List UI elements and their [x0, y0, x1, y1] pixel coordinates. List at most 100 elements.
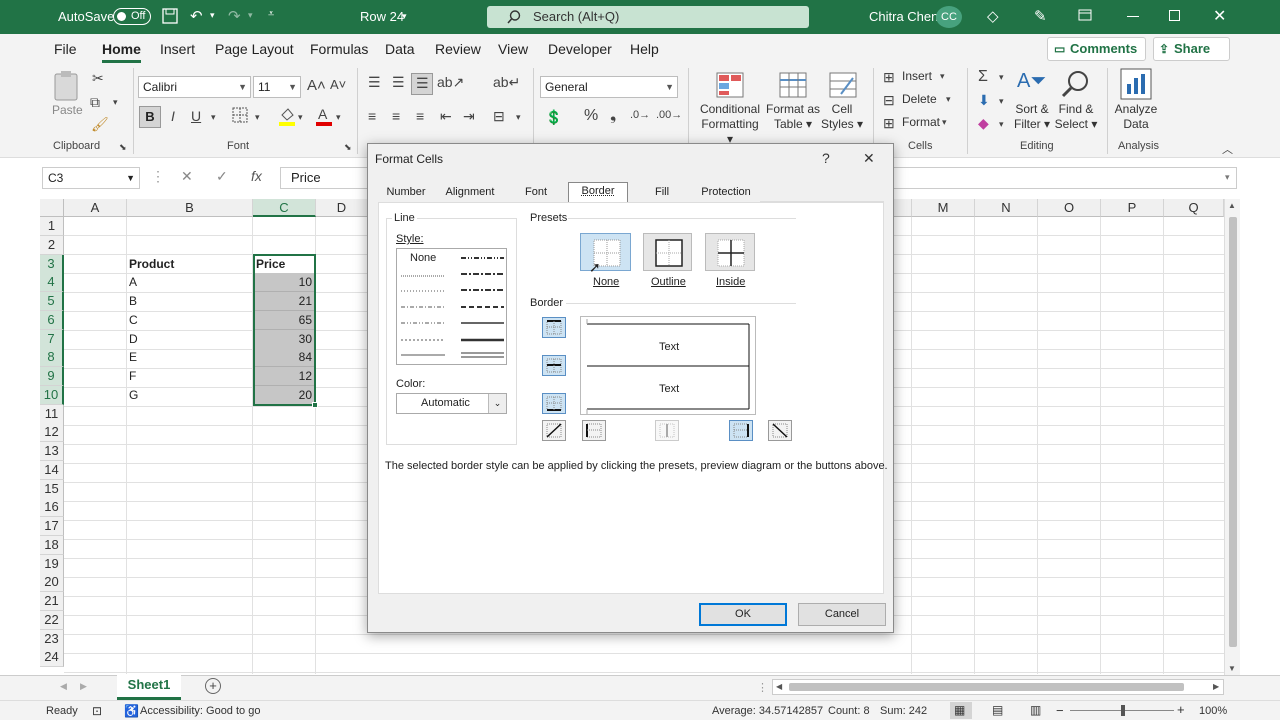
- row-header-14[interactable]: 14: [40, 460, 64, 480]
- tab-font[interactable]: Font: [510, 184, 562, 202]
- vertical-scrollbar[interactable]: ▲ ▼: [1224, 199, 1240, 676]
- row-header-17[interactable]: 17: [40, 517, 64, 536]
- border-inside-vertical-button[interactable]: [655, 420, 679, 441]
- zoom-slider-thumb[interactable]: [1121, 705, 1125, 716]
- help-icon[interactable]: ?: [822, 150, 830, 166]
- column-header-o[interactable]: O: [1038, 199, 1101, 217]
- row-header-24[interactable]: 24: [40, 648, 64, 668]
- conditional-formatting-icon[interactable]: [716, 72, 744, 98]
- paste-icon[interactable]: [52, 70, 80, 102]
- merge-center-icon[interactable]: ⊟: [493, 108, 505, 125]
- color-select[interactable]: Automatic ⌄: [396, 393, 507, 414]
- status-sum[interactable]: Sum: 242: [880, 705, 927, 717]
- accessibility-status[interactable]: Accessibility: Good to go: [140, 705, 260, 717]
- line-style-list[interactable]: None: [396, 248, 507, 365]
- column-header-d[interactable]: D: [316, 199, 368, 217]
- fill-dropdown-icon[interactable]: ▾: [298, 112, 303, 123]
- insert-dropdown-icon[interactable]: ▾: [940, 71, 945, 82]
- borders-dropdown-icon[interactable]: ▾: [255, 112, 260, 123]
- wrap-text-icon[interactable]: ab↵: [493, 74, 520, 91]
- italic-button[interactable]: I: [171, 108, 175, 124]
- format-painter-icon[interactable]: 🖌: [91, 116, 109, 133]
- horizontal-scroll-thumb[interactable]: [789, 683, 1184, 691]
- border-preview[interactable]: Text Text: [580, 316, 756, 415]
- minimize-icon[interactable]: [1127, 16, 1139, 17]
- row-header-9[interactable]: 9: [40, 367, 64, 386]
- format-cells-label[interactable]: Format: [902, 115, 940, 130]
- fill-icon[interactable]: ⬇: [978, 92, 990, 109]
- align-center-icon[interactable]: ≡: [392, 108, 400, 124]
- middle-align-icon[interactable]: ☰: [392, 74, 405, 91]
- row-header-20[interactable]: 20: [40, 573, 64, 593]
- row-header-16[interactable]: 16: [40, 498, 64, 518]
- font-launcher-icon[interactable]: ⬊: [344, 142, 352, 153]
- prev-sheet-icon[interactable]: ◀: [60, 681, 67, 692]
- row-header-22[interactable]: 22: [40, 610, 64, 630]
- row-header-12[interactable]: 12: [40, 423, 64, 443]
- sheet-tab-sheet1[interactable]: Sheet1: [117, 675, 181, 700]
- redo-dropdown-icon[interactable]: ▾: [248, 10, 253, 21]
- customize-qat-icon[interactable]: ⩡: [268, 8, 274, 21]
- row-header-18[interactable]: 18: [40, 535, 64, 555]
- insert-cells-label[interactable]: Insert: [902, 69, 932, 84]
- sort-filter-label[interactable]: Sort & Filter ▾: [1012, 102, 1052, 132]
- analyze-data-icon[interactable]: [1120, 68, 1152, 100]
- status-count[interactable]: Count: 8: [828, 705, 870, 717]
- tab-split-icon[interactable]: ⋮: [757, 681, 768, 694]
- border-right-button[interactable]: [729, 420, 753, 441]
- fill-dropdown-icon[interactable]: ▾: [999, 96, 1004, 107]
- cell-b10[interactable]: G: [129, 386, 249, 405]
- clear-icon[interactable]: ◆: [978, 115, 989, 132]
- column-header-m[interactable]: M: [912, 199, 975, 217]
- border-bottom-button[interactable]: [542, 393, 566, 414]
- tab-file[interactable]: File: [54, 41, 77, 57]
- row-header-6[interactable]: 6: [40, 310, 64, 330]
- cut-icon[interactable]: ✂: [92, 70, 104, 87]
- increase-decimal-icon[interactable]: .0→: [630, 109, 650, 121]
- tab-page-layout[interactable]: Page Layout: [215, 41, 294, 57]
- column-header-b[interactable]: B: [127, 199, 253, 217]
- expand-formula-icon[interactable]: ▾: [1225, 172, 1230, 183]
- font-name-select[interactable]: Calibri ▼: [138, 76, 251, 98]
- undo-icon[interactable]: ↶: [190, 7, 203, 25]
- tab-help[interactable]: Help: [630, 41, 659, 57]
- confirm-entry-icon[interactable]: ✓: [216, 168, 228, 185]
- decrease-indent-icon[interactable]: ⇤: [440, 108, 452, 125]
- orientation-icon[interactable]: ab↗: [437, 74, 464, 91]
- borders-icon[interactable]: [232, 107, 248, 123]
- row-header-7[interactable]: 7: [40, 329, 64, 349]
- decrease-font-icon[interactable]: A˅: [330, 77, 346, 92]
- row-header-15[interactable]: 15: [40, 479, 64, 499]
- avatar[interactable]: CC: [936, 6, 962, 28]
- scroll-up-icon[interactable]: ▲: [1228, 201, 1236, 210]
- paste-label[interactable]: Paste: [52, 103, 83, 118]
- row-header-3[interactable]: 3: [40, 254, 64, 274]
- format-as-table-label[interactable]: Format as Table ▾: [764, 102, 822, 132]
- decrease-decimal-icon[interactable]: .00→: [656, 109, 682, 121]
- delete-dropdown-icon[interactable]: ▾: [946, 94, 951, 105]
- redo-icon[interactable]: ↷: [228, 7, 241, 25]
- align-left-icon[interactable]: ≡: [368, 108, 376, 124]
- search-box[interactable]: Search (Alt+Q): [487, 6, 809, 28]
- tab-formulas[interactable]: Formulas: [310, 41, 368, 57]
- column-header-p[interactable]: P: [1101, 199, 1164, 217]
- cell-b4[interactable]: A: [129, 273, 249, 292]
- delete-cells-label[interactable]: Delete: [902, 92, 937, 107]
- font-size-select[interactable]: 11 ▼: [253, 76, 301, 98]
- delete-cells-icon[interactable]: ⊟: [883, 92, 895, 109]
- cancel-button[interactable]: Cancel: [798, 603, 886, 626]
- row-header-11[interactable]: 11: [40, 404, 64, 424]
- tab-home[interactable]: Home: [102, 41, 141, 63]
- row-header-8[interactable]: 8: [40, 348, 64, 368]
- merge-dropdown-icon[interactable]: ▾: [516, 112, 521, 123]
- cell-b5[interactable]: B: [129, 292, 249, 311]
- title-dropdown-icon[interactable]: ▾: [402, 11, 407, 22]
- cell-b8[interactable]: E: [129, 348, 249, 367]
- tab-developer[interactable]: Developer: [548, 41, 612, 57]
- cancel-entry-icon[interactable]: ✕: [181, 168, 193, 185]
- align-right-icon[interactable]: ≡: [416, 108, 424, 124]
- format-as-table-icon[interactable]: [779, 72, 807, 98]
- select-all-corner[interactable]: [40, 199, 64, 217]
- percent-icon[interactable]: %: [584, 107, 598, 125]
- scroll-left-icon[interactable]: ◀: [776, 682, 782, 691]
